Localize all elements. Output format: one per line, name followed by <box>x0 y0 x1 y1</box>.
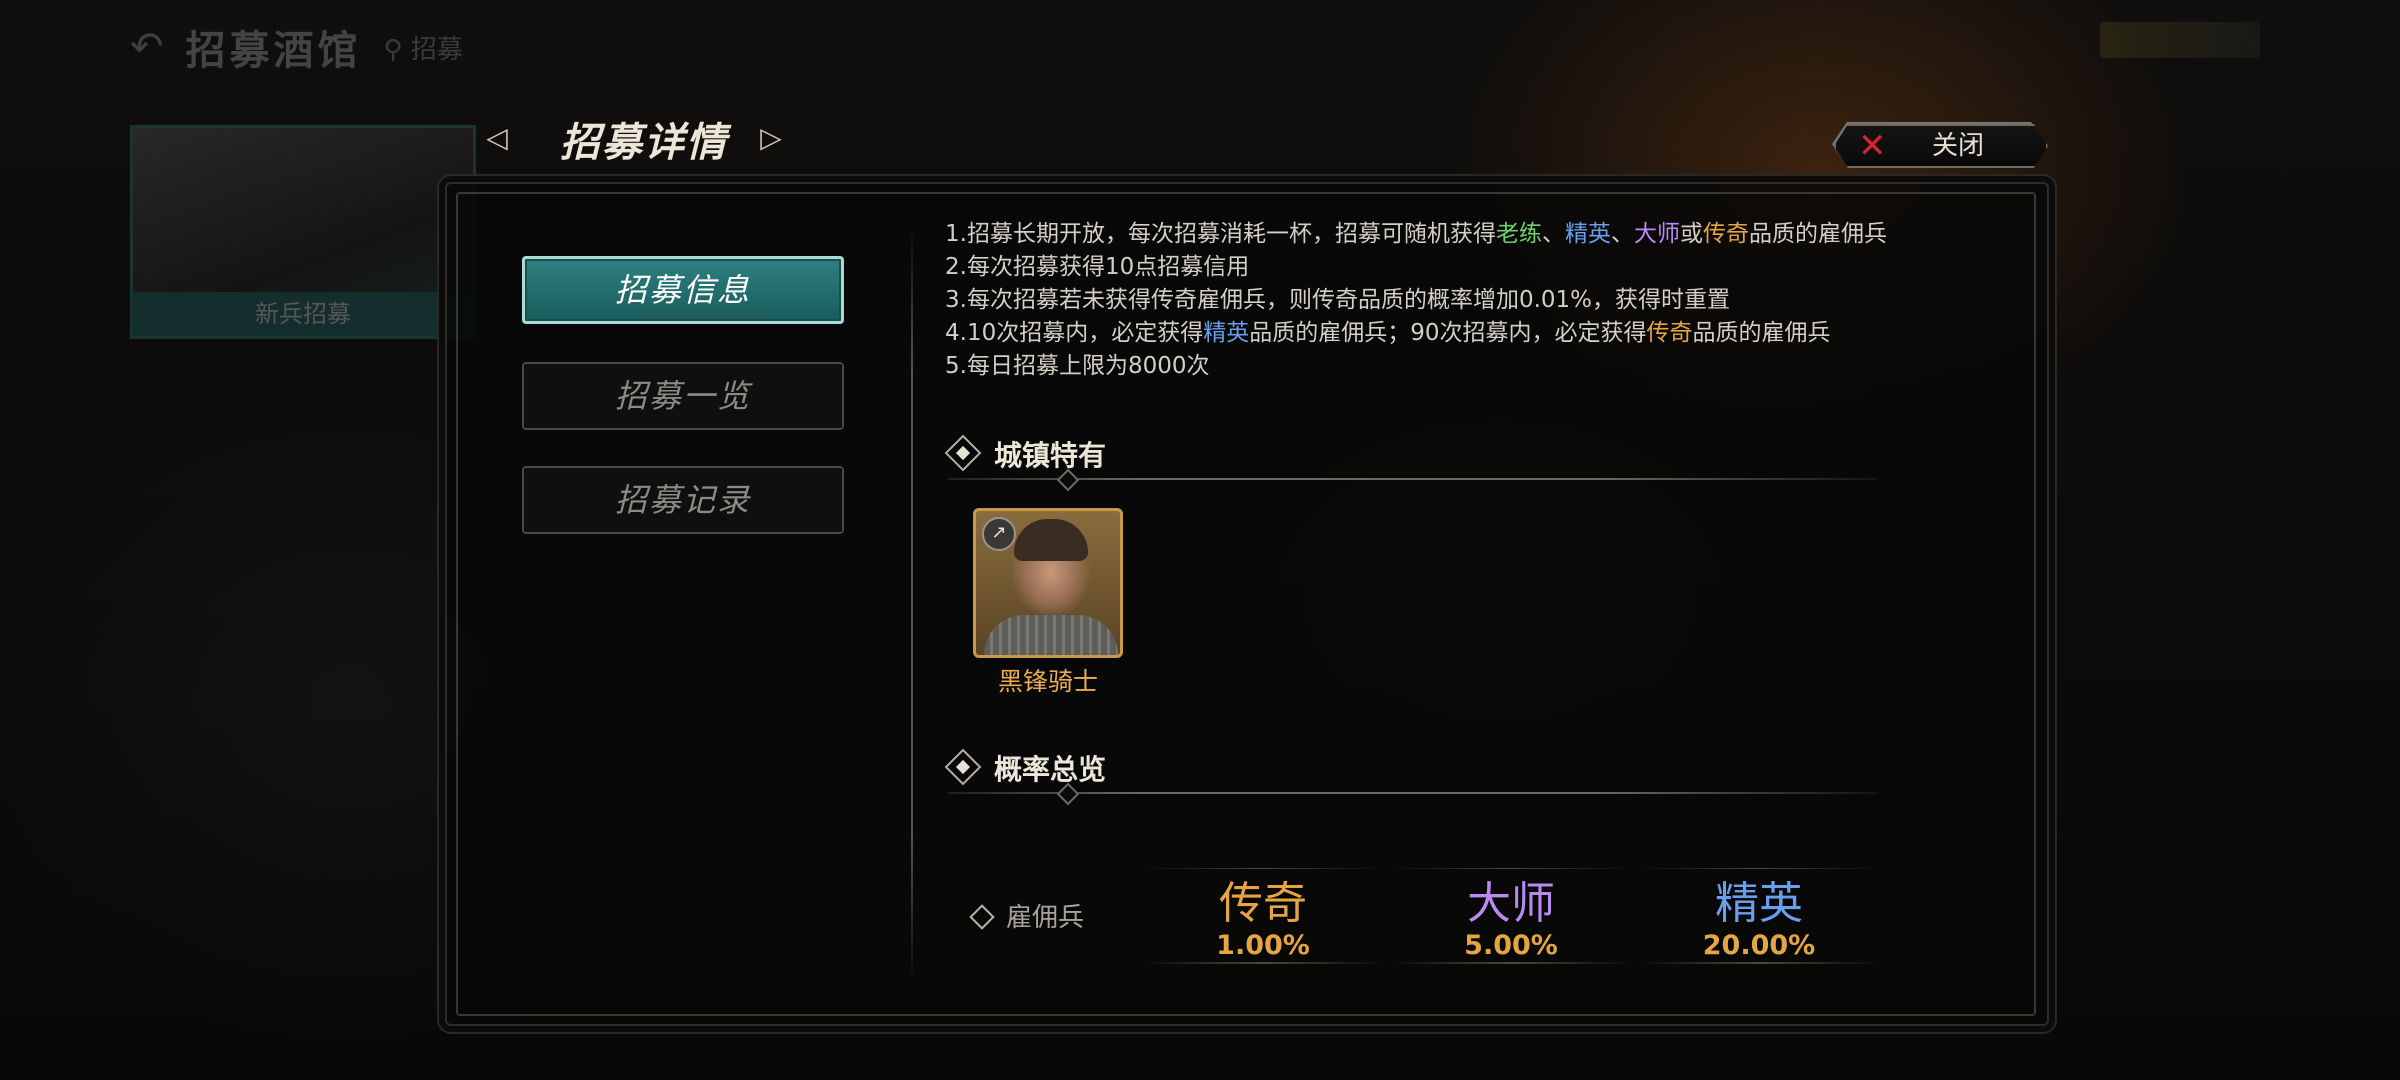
rarity-elite-text: 精英 <box>1203 320 1250 346</box>
probability-legend: 传奇 1.00% <box>1140 868 1386 964</box>
rule-line-2: 2.每次招募获得10点招募信用 <box>945 254 1250 280</box>
section-title-probability: 概率总览 <box>994 753 1107 786</box>
tab-recruit-info[interactable]: 招募信息 <box>522 256 844 324</box>
probability-row-label: 雇佣兵 <box>1006 903 1085 933</box>
probability-elite: 精英 20.00% <box>1636 868 1882 964</box>
rule-4-prefix: 4.10次招募内，必定获得 <box>945 320 1204 346</box>
rule-1-prefix: 1.招募长期开放，每次招募消耗一杯，招募可随机获得 <box>945 221 1496 247</box>
unit-portrait-armor <box>984 615 1118 655</box>
section-title-town: 城镇特有 <box>994 439 1107 472</box>
background-subtitle: ⚲ 招募 <box>383 34 463 65</box>
rarity-veteran-text: 老练 <box>1495 221 1542 247</box>
section-divider <box>948 478 1878 480</box>
rule-line-4: 4.10次招募内，必定获得精英品质的雇佣兵；90次招募内，必定获得传奇品质的雇佣… <box>945 317 1887 350</box>
rule-line-3: 3.每次招募若未获得传奇雇佣兵，则传奇品质的概率增加0.01%，获得时重置 <box>945 287 1731 313</box>
tab-recruit-overview[interactable]: 招募一览 <box>522 362 844 430</box>
close-button[interactable]: ✕ 关闭 <box>1834 124 2048 168</box>
unit-name: 黑锋骑士 <box>997 667 1098 696</box>
unit-portrait-card[interactable]: ↗ <box>973 508 1123 658</box>
rarity-elite-text: 精英 <box>1564 221 1611 247</box>
background-title: 招募酒馆 <box>185 27 362 74</box>
page-title: 招募详情 <box>560 119 728 166</box>
vertical-divider <box>911 225 913 985</box>
section-divider <box>948 792 1878 794</box>
diamond-icon <box>944 434 982 472</box>
rarity-name-elite: 精英 <box>1715 878 1803 929</box>
close-label: 关闭 <box>1932 131 1985 161</box>
spear-icon: ↗ <box>982 517 1016 551</box>
rarity-legend-text: 传奇 <box>1702 221 1749 247</box>
background-card-label: 新兵招募 <box>133 292 473 336</box>
rule-line-1: 1.招募长期开放，每次招募消耗一杯，招募可随机获得老练、精英、大师或传奇品质的雇… <box>945 218 1887 251</box>
next-page-arrow-icon[interactable]: ▷ <box>756 118 786 158</box>
rule-4-suffix: 品质的雇佣兵 <box>1692 320 1831 346</box>
rarity-legend-text: 传奇 <box>1646 320 1693 346</box>
rarity-name-legend: 传奇 <box>1219 878 1307 929</box>
rule-1-sep1: 、 <box>1541 221 1565 247</box>
rarity-master-text: 大师 <box>1633 221 1680 247</box>
rule-1-or: 或 <box>1679 221 1703 247</box>
rule-1-suffix: 品质的雇佣兵 <box>1748 221 1887 247</box>
rarity-rate-legend: 1.00% <box>1216 930 1310 961</box>
tab-recruit-records[interactable]: 招募记录 <box>522 466 844 534</box>
rule-4-middle: 品质的雇佣兵；90次招募内，必定获得 <box>1249 320 1647 346</box>
rarity-rate-master: 5.00% <box>1464 930 1558 961</box>
close-icon: ✕ <box>1858 126 1887 166</box>
background-recruit-card: 新兵招募 <box>130 125 476 339</box>
section-header-town: 城镇特有 <box>944 432 1878 492</box>
prev-page-arrow-icon[interactable]: ◁ <box>482 118 512 158</box>
background-topbar: ↶ 招募酒馆 ⚲ 招募 <box>130 18 463 76</box>
rarity-name-master: 大师 <box>1467 878 1555 929</box>
recruit-rules: 1.招募长期开放，每次招募消耗一杯，招募可随机获得老练、精英、大师或传奇品质的雇… <box>945 218 1887 383</box>
section-header-probability: 概率总览 <box>944 746 1878 806</box>
probability-master: 大师 5.00% <box>1388 868 1634 964</box>
rarity-rate-elite: 20.00% <box>1702 930 1816 961</box>
background-back-icon: ↶ <box>130 24 164 70</box>
diamond-icon <box>944 748 982 786</box>
rule-line-5: 5.每日招募上限为8000次 <box>945 353 1210 379</box>
background-resource-bar <box>2100 22 2260 58</box>
rule-1-sep2: 、 <box>1610 221 1634 247</box>
unit-portrait-hair <box>1014 519 1088 561</box>
